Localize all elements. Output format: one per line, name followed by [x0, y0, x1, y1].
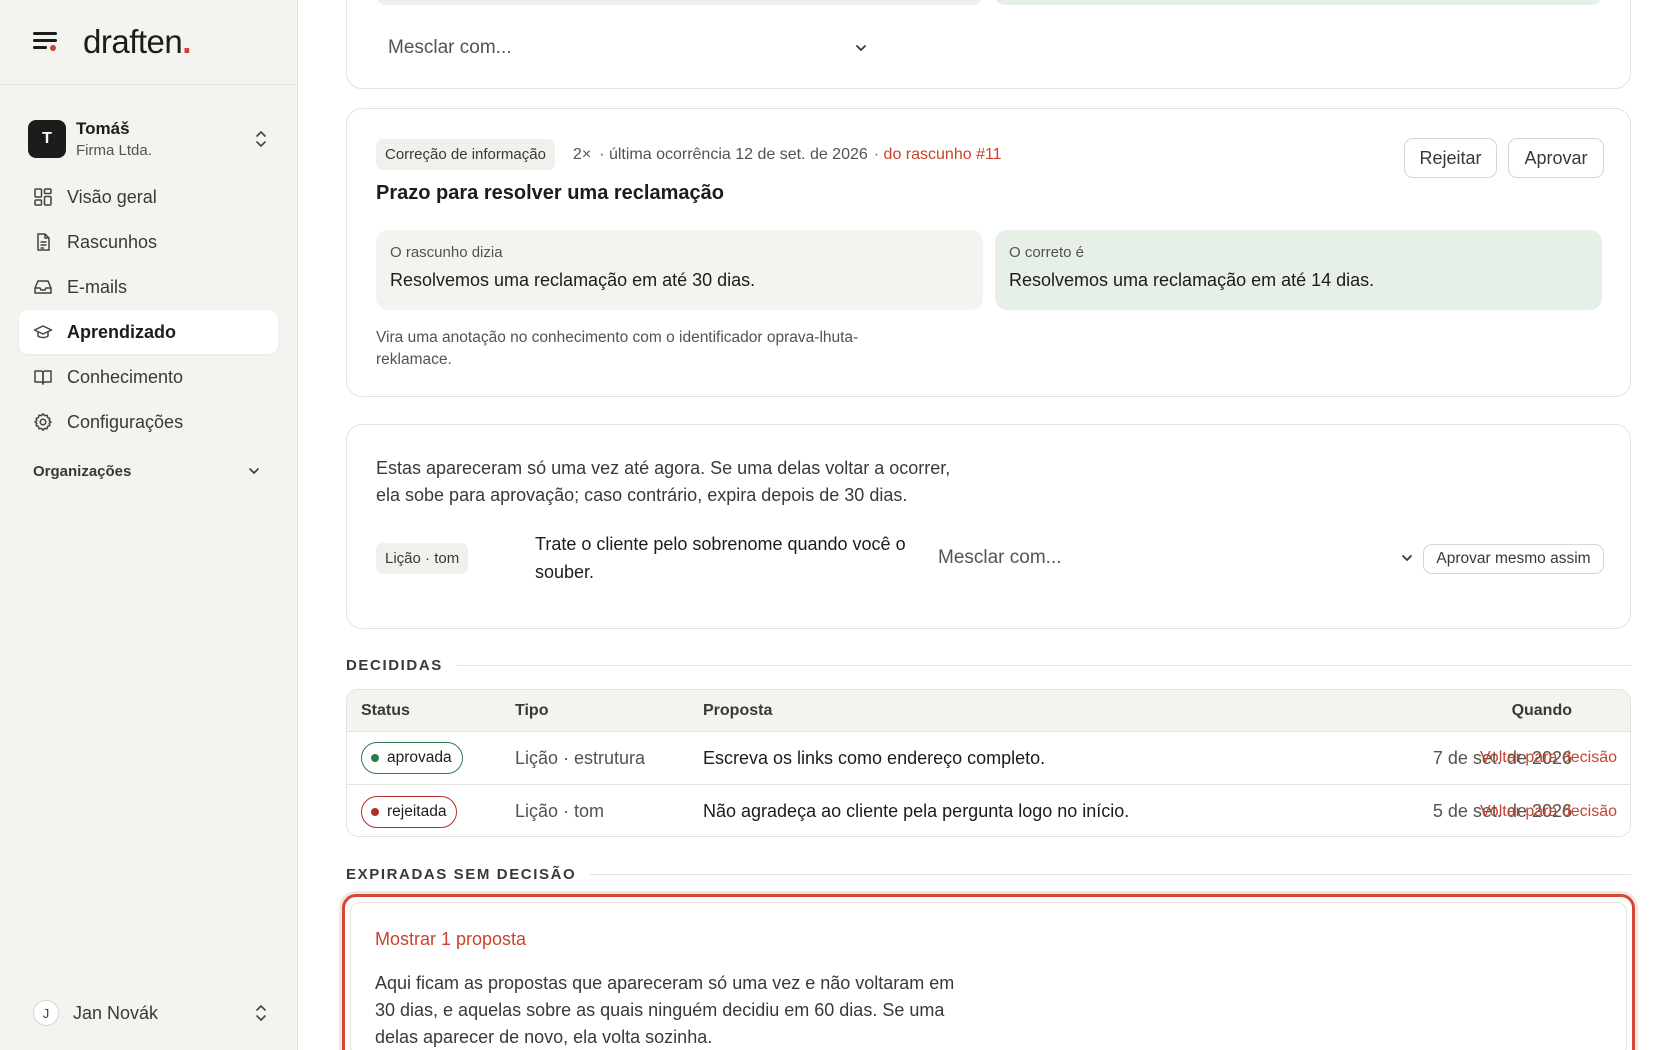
column-status: Status [361, 701, 410, 719]
back-to-decision-link[interactable]: Voltar para decisão [1417, 732, 1617, 784]
divider [590, 874, 1631, 875]
gear-icon [34, 413, 52, 431]
column-type: Tipo [515, 701, 549, 719]
sidebar-item-knowledge[interactable]: Conhecimento [19, 355, 278, 399]
chevron-down-icon [856, 45, 866, 51]
organizations-label: Organizações [33, 462, 132, 480]
proposal-card-correction: Correção de informação 2× · última ocorr… [346, 108, 1631, 397]
account-avatar: T [28, 120, 66, 158]
decided-heading-text: DECIDIDAS [346, 657, 443, 674]
sidebar-item-label: Rascunhos [67, 231, 158, 252]
main-content: Mesclar com... Correção de informação 2×… [298, 0, 1680, 1050]
graduation-cap-icon [33, 325, 53, 339]
sidebar-item-drafts[interactable]: Rascunhos [19, 220, 278, 264]
column-when: Quando [1511, 701, 1572, 719]
document-icon [37, 233, 50, 251]
sidebar-nav: Visão geral Rascunhos E-mails Aprendizad… [0, 175, 297, 444]
occurrence-count: 2× [572, 145, 592, 163]
account-name: Tomáš [76, 119, 130, 138]
sidebar-item-label: Conhecimento [67, 366, 184, 387]
user-avatar: J [33, 1000, 59, 1026]
lesson-type-pill: Lição · tom [376, 543, 469, 574]
correct-value-box-partial [995, 0, 1602, 5]
last-occurrence: · última ocorrência 12 de set. de 2026 [599, 145, 868, 163]
old-value-box-partial [376, 0, 983, 5]
table-row: aprovada Lição · estrutura Escreva os li… [347, 732, 1630, 785]
expired-description: Aqui ficam as propostas que apareceram s… [375, 973, 955, 1047]
status-badge: rejeitada [361, 795, 458, 828]
chevron-down-icon [249, 468, 259, 474]
proposal-title: Prazo para resolver uma reclamação [376, 182, 724, 204]
divider [456, 665, 1631, 666]
reject-button[interactable]: Rejeitar [1404, 138, 1497, 178]
brand-header: draften. [0, 0, 297, 85]
row-proposal: Escreva os links como endereço completo. [703, 747, 1046, 768]
status-dot [371, 807, 379, 816]
sidebar-item-label: Configurações [67, 411, 184, 432]
decided-table: Status Tipo Proposta Quando aprovada Liç… [346, 689, 1631, 837]
sidebar-item-settings[interactable]: Configurações [19, 400, 278, 444]
status-badge: aprovada [361, 742, 463, 774]
sidebar-item-learning[interactable]: Aprendizado [19, 310, 278, 354]
correct-value-box: O correto é Resolvemos uma reclamação em… [995, 230, 1602, 310]
merge-select[interactable]: Mesclar com... [388, 33, 868, 63]
inbox-icon [34, 280, 52, 294]
proposal-meta: Correção de informação 2× · última ocorr… [376, 139, 1002, 170]
single-occurrence-intro: Estas apareceram só uma vez até agora. S… [376, 458, 951, 505]
merge-select-value: Mesclar com... [938, 547, 1062, 568]
table-row: rejeitada Lição · tom Não agradeça ao cl… [347, 785, 1630, 836]
old-value-box: O rascunho dizia Resolvemos uma reclamaç… [376, 230, 983, 310]
logo[interactable]: draften. [83, 23, 191, 61]
table-header: Status Tipo Proposta Quando [347, 690, 1630, 732]
sidebar-item-label: Visão geral [67, 186, 157, 207]
sidebar-item-emails[interactable]: E-mails [19, 265, 278, 309]
back-to-decision-link[interactable]: Voltar para decisão [1417, 785, 1617, 836]
grid-icon [34, 188, 52, 206]
sidebar-item-label: Aprendizado [67, 321, 177, 342]
old-value-label: O rascunho dizia [390, 244, 503, 261]
proposal-type-pill: Correção de informação [376, 139, 555, 170]
row-proposal: Não agradeça ao cliente pela pergunta lo… [703, 801, 1130, 821]
merge-select-value: Mesclar com... [388, 37, 512, 58]
sidebar-item-overview[interactable]: Visão geral [19, 175, 278, 219]
lesson-text: Trate o cliente pelo sobrenome quando vo… [535, 534, 906, 582]
row-type: Lição · estrutura [515, 747, 646, 768]
user-menu[interactable]: J Jan Novák [33, 996, 267, 1030]
chevron-up-down-icon [256, 131, 266, 147]
sidebar-item-label: E-mails [67, 276, 128, 297]
approve-anyway-button[interactable]: Aprovar mesmo assim [1423, 544, 1604, 574]
account-company: Firma Ltda. [76, 142, 152, 159]
column-proposal: Proposta [703, 701, 773, 719]
chevron-down-icon [1402, 555, 1412, 561]
proposal-card-partial: Mesclar com... [346, 0, 1631, 89]
user-name: Jan Novák [73, 1002, 159, 1023]
correct-value-text: Resolvemos uma reclamação em até 14 dias… [1009, 270, 1375, 290]
expired-card: Mostrar 1 proposta Aqui ficam as propost… [342, 894, 1635, 1050]
book-icon [34, 370, 52, 385]
menu-icon[interactable] [33, 31, 59, 53]
old-value-text: Resolvemos uma reclamação em até 30 dias… [390, 270, 756, 290]
single-occurrence-card: Estas apareceram só uma vez até agora. S… [346, 424, 1631, 629]
status-dot [371, 754, 379, 762]
expired-heading-text: EXPIRADAS SEM DECISÃO [346, 866, 577, 883]
decided-section-heading: DECIDIDAS [346, 657, 1631, 674]
approve-button[interactable]: Aprovar [1508, 138, 1604, 178]
row-type: Lição · tom [515, 801, 605, 821]
chevron-up-down-icon [256, 1005, 266, 1021]
merge-select[interactable]: Mesclar com... [938, 543, 1414, 573]
source-draft-link[interactable]: · do rascunho #11 [874, 146, 1002, 164]
knowledge-note: Vira uma anotação no conhecimento com o … [376, 329, 859, 368]
correct-value-label: O correto é [1009, 244, 1085, 261]
account-switcher[interactable]: T Tomáš Firma Ltda. [0, 117, 297, 161]
expired-section-heading: EXPIRADAS SEM DECISÃO [346, 866, 1631, 883]
sidebar: draften. T Tomáš Firma Ltda. Visão geral… [0, 0, 298, 1050]
show-proposals-link[interactable]: Mostrar 1 proposta [375, 929, 526, 950]
organizations-toggle[interactable]: Organizações [0, 456, 297, 486]
